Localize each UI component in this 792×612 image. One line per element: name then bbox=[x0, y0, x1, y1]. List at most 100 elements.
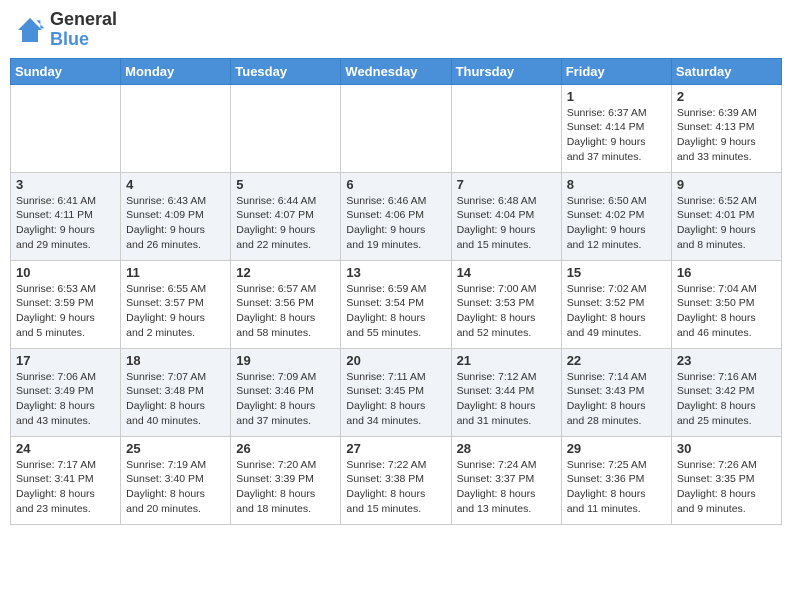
header-row: SundayMondayTuesdayWednesdayThursdayFrid… bbox=[11, 58, 782, 84]
day-number: 30 bbox=[677, 441, 776, 456]
day-info: Sunrise: 7:24 AMSunset: 3:37 PMDaylight:… bbox=[457, 458, 556, 517]
calendar-cell: 15Sunrise: 7:02 AMSunset: 3:52 PMDayligh… bbox=[561, 260, 671, 348]
day-number: 6 bbox=[346, 177, 445, 192]
calendar-cell bbox=[11, 84, 121, 172]
week-row-1: 1 Sunrise: 6:37 AMSunset: 4:14 PMDaylight… bbox=[11, 84, 782, 172]
day-number: 18 bbox=[126, 353, 225, 368]
day-number: 28 bbox=[457, 441, 556, 456]
calendar-cell: 14Sunrise: 7:00 AMSunset: 3:53 PMDayligh… bbox=[451, 260, 561, 348]
day-number: 13 bbox=[346, 265, 445, 280]
calendar-cell: 21 Sunrise: 7:12 AMSunset: 3:44 PMDayligh… bbox=[451, 348, 561, 436]
calendar-cell: 29 Sunrise: 7:25 AMSunset: 3:36 PMDayligh… bbox=[561, 436, 671, 524]
weekday-header-tuesday: Tuesday bbox=[231, 58, 341, 84]
day-info: Sunrise: 6:39 AMSunset: 4:13 PMDaylight:… bbox=[677, 106, 776, 165]
day-number: 9 bbox=[677, 177, 776, 192]
day-number: 20 bbox=[346, 353, 445, 368]
day-number: 27 bbox=[346, 441, 445, 456]
page-header: General Blue bbox=[10, 10, 782, 50]
day-info: Sunrise: 7:25 AMSunset: 3:36 PMDaylight:… bbox=[567, 458, 666, 517]
day-info: Sunrise: 7:11 AMSunset: 3:45 PMDaylight:… bbox=[346, 370, 445, 429]
calendar-cell bbox=[451, 84, 561, 172]
calendar-cell: 6 Sunrise: 6:46 AMSunset: 4:06 PMDaylight… bbox=[341, 172, 451, 260]
calendar-cell: 30 Sunrise: 7:26 AMSunset: 3:35 PMDayligh… bbox=[671, 436, 781, 524]
day-info: Sunrise: 7:12 AMSunset: 3:44 PMDaylight:… bbox=[457, 370, 556, 429]
calendar-cell: 13 Sunrise: 6:59 AMSunset: 3:54 PMDayligh… bbox=[341, 260, 451, 348]
logo-text: General Blue bbox=[50, 10, 117, 50]
weekday-header-friday: Friday bbox=[561, 58, 671, 84]
day-info: Sunrise: 7:20 AMSunset: 3:39 PMDaylight:… bbox=[236, 458, 335, 517]
calendar-table: SundayMondayTuesdayWednesdayThursdayFrid… bbox=[10, 58, 782, 525]
weekday-header-saturday: Saturday bbox=[671, 58, 781, 84]
calendar-cell: 4 Sunrise: 6:43 AMSunset: 4:09 PMDaylight… bbox=[121, 172, 231, 260]
day-info: Sunrise: 7:06 AMSunset: 3:49 PMDaylight:… bbox=[16, 370, 115, 429]
day-number: 17 bbox=[16, 353, 115, 368]
day-info: Sunrise: 7:17 AMSunset: 3:41 PMDaylight:… bbox=[16, 458, 115, 517]
day-info: Sunrise: 7:26 AMSunset: 3:35 PMDaylight:… bbox=[677, 458, 776, 517]
day-number: 16 bbox=[677, 265, 776, 280]
day-number: 3 bbox=[16, 177, 115, 192]
day-number: 8 bbox=[567, 177, 666, 192]
calendar-cell: 23 Sunrise: 7:16 AMSunset: 3:42 PMDayligh… bbox=[671, 348, 781, 436]
day-number: 29 bbox=[567, 441, 666, 456]
calendar-cell: 11 Sunrise: 6:55 AMSunset: 3:57 PMDayligh… bbox=[121, 260, 231, 348]
day-info: Sunrise: 7:04 AMSunset: 3:50 PMDaylight:… bbox=[677, 282, 776, 341]
day-number: 21 bbox=[457, 353, 556, 368]
calendar-cell: 16 Sunrise: 7:04 AMSunset: 3:50 PMDayligh… bbox=[671, 260, 781, 348]
week-row-4: 17 Sunrise: 7:06 AMSunset: 3:49 PMDayligh… bbox=[11, 348, 782, 436]
day-info: Sunrise: 6:41 AMSunset: 4:11 PMDaylight:… bbox=[16, 194, 115, 253]
calendar-cell: 2 Sunrise: 6:39 AMSunset: 4:13 PMDaylight… bbox=[671, 84, 781, 172]
day-number: 14 bbox=[457, 265, 556, 280]
day-info: Sunrise: 6:48 AMSunset: 4:04 PMDaylight:… bbox=[457, 194, 556, 253]
day-number: 24 bbox=[16, 441, 115, 456]
day-info: Sunrise: 6:57 AMSunset: 3:56 PMDaylight:… bbox=[236, 282, 335, 341]
day-info: Sunrise: 6:43 AMSunset: 4:09 PMDaylight:… bbox=[126, 194, 225, 253]
day-number: 25 bbox=[126, 441, 225, 456]
weekday-header-monday: Monday bbox=[121, 58, 231, 84]
day-number: 23 bbox=[677, 353, 776, 368]
day-info: Sunrise: 7:02 AMSunset: 3:52 PMDaylight:… bbox=[567, 282, 666, 341]
day-number: 7 bbox=[457, 177, 556, 192]
calendar-cell: 28 Sunrise: 7:24 AMSunset: 3:37 PMDayligh… bbox=[451, 436, 561, 524]
day-number: 2 bbox=[677, 89, 776, 104]
calendar-cell: 26 Sunrise: 7:20 AMSunset: 3:39 PMDayligh… bbox=[231, 436, 341, 524]
calendar-cell: 8 Sunrise: 6:50 AMSunset: 4:02 PMDaylight… bbox=[561, 172, 671, 260]
day-number: 19 bbox=[236, 353, 335, 368]
logo-icon bbox=[14, 14, 46, 46]
day-info: Sunrise: 6:55 AMSunset: 3:57 PMDaylight:… bbox=[126, 282, 225, 341]
day-info: Sunrise: 6:46 AMSunset: 4:06 PMDaylight:… bbox=[346, 194, 445, 253]
day-info: Sunrise: 6:37 AMSunset: 4:14 PMDaylight:… bbox=[567, 106, 666, 165]
day-number: 11 bbox=[126, 265, 225, 280]
calendar-cell: 22 Sunrise: 7:14 AMSunset: 3:43 PMDayligh… bbox=[561, 348, 671, 436]
calendar-cell: 18 Sunrise: 7:07 AMSunset: 3:48 PMDayligh… bbox=[121, 348, 231, 436]
calendar-cell: 12 Sunrise: 6:57 AMSunset: 3:56 PMDayligh… bbox=[231, 260, 341, 348]
calendar-cell: 27 Sunrise: 7:22 AMSunset: 3:38 PMDayligh… bbox=[341, 436, 451, 524]
day-info: Sunrise: 7:14 AMSunset: 3:43 PMDaylight:… bbox=[567, 370, 666, 429]
calendar-cell: 3 Sunrise: 6:41 AMSunset: 4:11 PMDaylight… bbox=[11, 172, 121, 260]
week-row-2: 3 Sunrise: 6:41 AMSunset: 4:11 PMDaylight… bbox=[11, 172, 782, 260]
calendar-cell bbox=[341, 84, 451, 172]
day-number: 12 bbox=[236, 265, 335, 280]
logo: General Blue bbox=[14, 10, 117, 50]
day-info: Sunrise: 6:59 AMSunset: 3:54 PMDaylight:… bbox=[346, 282, 445, 341]
weekday-header-wednesday: Wednesday bbox=[341, 58, 451, 84]
day-number: 22 bbox=[567, 353, 666, 368]
calendar-cell: 20 Sunrise: 7:11 AMSunset: 3:45 PMDayligh… bbox=[341, 348, 451, 436]
calendar-cell: 7 Sunrise: 6:48 AMSunset: 4:04 PMDaylight… bbox=[451, 172, 561, 260]
day-number: 1 bbox=[567, 89, 666, 104]
calendar-cell: 17 Sunrise: 7:06 AMSunset: 3:49 PMDayligh… bbox=[11, 348, 121, 436]
calendar-cell: 9Sunrise: 6:52 AMSunset: 4:01 PMDaylight… bbox=[671, 172, 781, 260]
day-number: 4 bbox=[126, 177, 225, 192]
weekday-header-thursday: Thursday bbox=[451, 58, 561, 84]
day-info: Sunrise: 7:09 AMSunset: 3:46 PMDaylight:… bbox=[236, 370, 335, 429]
day-number: 26 bbox=[236, 441, 335, 456]
day-info: Sunrise: 6:50 AMSunset: 4:02 PMDaylight:… bbox=[567, 194, 666, 253]
week-row-5: 24 Sunrise: 7:17 AMSunset: 3:41 PMDayligh… bbox=[11, 436, 782, 524]
day-info: Sunrise: 7:07 AMSunset: 3:48 PMDaylight:… bbox=[126, 370, 225, 429]
calendar-cell: 19 Sunrise: 7:09 AMSunset: 3:46 PMDayligh… bbox=[231, 348, 341, 436]
calendar-cell: 25Sunrise: 7:19 AMSunset: 3:40 PMDayligh… bbox=[121, 436, 231, 524]
weekday-header-sunday: Sunday bbox=[11, 58, 121, 84]
day-info: Sunrise: 7:22 AMSunset: 3:38 PMDaylight:… bbox=[346, 458, 445, 517]
day-info: Sunrise: 6:53 AMSunset: 3:59 PMDaylight:… bbox=[16, 282, 115, 341]
week-row-3: 10Sunrise: 6:53 AMSunset: 3:59 PMDayligh… bbox=[11, 260, 782, 348]
day-info: Sunrise: 7:16 AMSunset: 3:42 PMDaylight:… bbox=[677, 370, 776, 429]
